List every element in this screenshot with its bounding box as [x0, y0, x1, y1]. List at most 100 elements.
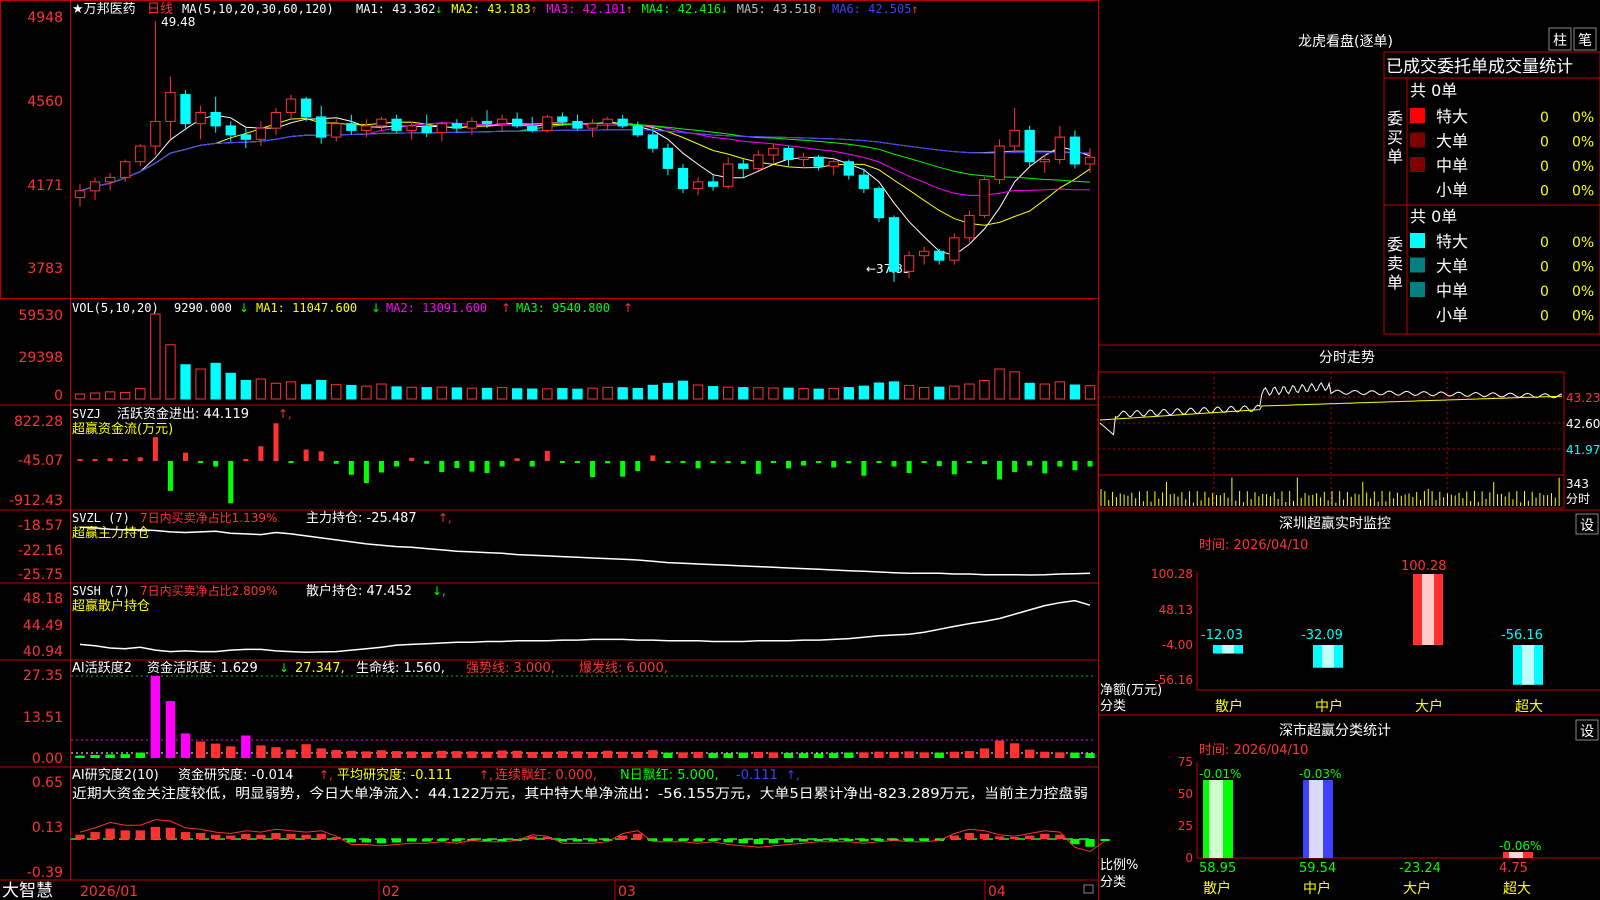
candle-body [391, 118, 402, 131]
candle-body [527, 125, 538, 131]
volume-bar [104, 391, 116, 400]
classify-category: 散户 [1203, 880, 1231, 897]
research-bar [271, 832, 281, 839]
volume-bar [1024, 382, 1035, 400]
vol-ma1: MA1: 11047.600 [256, 301, 357, 315]
volume-bar [979, 379, 990, 400]
volume-bar [135, 387, 146, 400]
candle-body [964, 214, 975, 239]
monitor-time: 时间: 2026/04/10 [1199, 538, 1308, 553]
flow-bar [981, 461, 987, 465]
candle-body [285, 98, 297, 113]
activity-bar [557, 751, 568, 758]
volume-bar [240, 379, 251, 400]
flow-bar [921, 461, 927, 463]
candle-body [346, 123, 357, 131]
high-marker: 49.48 [161, 15, 195, 29]
retail-holding-line [79, 599, 1091, 654]
classify-bars: 75 50 25 0 -0.01% 58.95 散户 -0.03% 59.54 中户 -23.24 大… [1178, 755, 1542, 897]
intraday-title: 分时走势 [1319, 350, 1375, 366]
ma-readout: MA3: 42.101 [546, 2, 625, 16]
ma-readout: MA4: 42.416 [642, 2, 721, 16]
flow-bar [936, 461, 942, 467]
svsh-subtitle: 超赢散户持仓 [72, 598, 150, 614]
activity-bar [768, 752, 779, 758]
volume-bar [692, 384, 704, 400]
volume-bar [934, 386, 945, 400]
activity-bar [678, 752, 688, 758]
candle-body [270, 111, 282, 129]
row-value: 0 [1540, 135, 1549, 151]
candle-body [873, 188, 885, 219]
activity-bar [150, 676, 161, 758]
research-bar [75, 834, 85, 839]
flow-bar [725, 461, 731, 463]
row-pct: 0% [1572, 135, 1594, 151]
activity-bar [527, 752, 537, 758]
volume-bar [316, 379, 327, 400]
candle-body [858, 174, 870, 190]
activity-bar [1025, 749, 1035, 758]
candle-body [421, 125, 432, 134]
volume-bar [617, 387, 628, 400]
svzj-subtitle: 超赢资金流(万元) [72, 421, 173, 437]
volume-bar [647, 384, 659, 400]
swatch [1410, 157, 1425, 172]
flow-bar [770, 461, 776, 463]
retail-holding-line [79, 599, 1091, 654]
flow-bar [198, 461, 204, 463]
row-label: 大单 [1436, 257, 1468, 276]
research-bar [346, 839, 357, 843]
air-arrow: ↑, [319, 768, 333, 782]
volume-bar [557, 388, 568, 400]
buy-total: 共 0单 [1410, 81, 1457, 100]
activity-bar [437, 750, 447, 758]
activity-bar [889, 752, 899, 758]
activity-bar [904, 751, 914, 758]
candle-body [120, 161, 131, 178]
x-label: 04 [988, 884, 1006, 900]
row-label: 特大 [1436, 107, 1468, 126]
volume-bar [1084, 385, 1096, 400]
research-bar [150, 826, 161, 839]
classify-title: 深市超赢分类统计 [1279, 722, 1391, 739]
row-value: 0 [1540, 110, 1549, 126]
monitor-value-label: -12.03 [1201, 628, 1243, 643]
activity-bar [542, 751, 552, 758]
buy-side-label: 委买单 [1387, 109, 1403, 166]
candle-body [557, 116, 568, 122]
volume-bar [300, 384, 312, 400]
flow-bar [303, 449, 309, 461]
scroll-lock-icon[interactable] [1083, 884, 1094, 894]
research-bar [994, 836, 1005, 839]
volume-bar [89, 392, 101, 400]
candle-body [376, 118, 387, 127]
candle-body [165, 91, 176, 122]
candle-body [436, 123, 447, 134]
row-value: 0 [1540, 184, 1549, 200]
candle-body [692, 181, 704, 190]
candle-body [602, 118, 613, 125]
flow-bar [801, 461, 807, 466]
classify-bar-sheen [1309, 780, 1323, 858]
ma-readout: MA6: 42.505 [832, 2, 911, 16]
volume-bar [783, 387, 794, 400]
activity-bar [165, 701, 176, 758]
volume-bar [662, 382, 674, 400]
vol-ma2: MA2: 13091.600 [386, 301, 487, 315]
row-label: 中单 [1436, 156, 1468, 175]
candle-body [1024, 129, 1035, 163]
research-bar [1100, 839, 1110, 841]
flow-bar [107, 458, 113, 461]
candle-body [240, 134, 251, 140]
volume-bar [707, 386, 719, 400]
ma-readout-arrow: ↑ [911, 2, 918, 16]
volume-bar [919, 386, 930, 400]
row-value: 0 [1540, 284, 1549, 300]
volume-bar [542, 388, 553, 400]
research-bar [422, 839, 432, 842]
volume-bar [888, 381, 900, 400]
vol-ma2-arrow: ↑ [501, 301, 511, 315]
ma-line [79, 129, 1091, 192]
row-label: 小单 [1436, 306, 1468, 325]
